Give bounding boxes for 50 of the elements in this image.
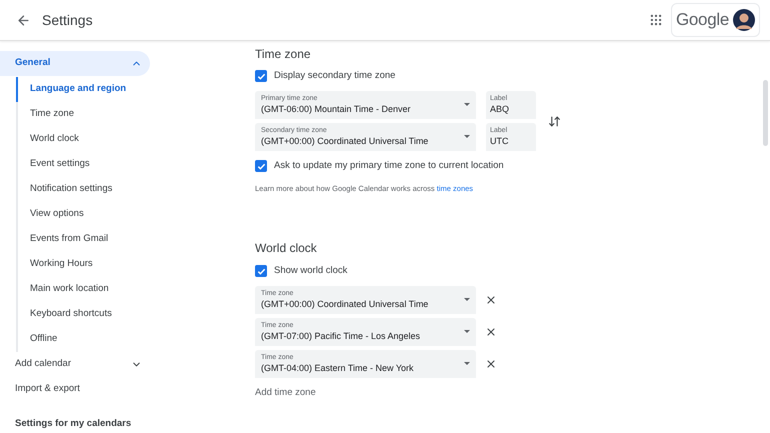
sidebar-subitem[interactable]: Offline xyxy=(16,327,255,352)
dropdown-arrow-icon xyxy=(464,298,470,302)
dropdown-arrow-icon xyxy=(464,135,470,139)
section-heading: Settings for my calendars xyxy=(14,417,132,431)
section-title: World clock xyxy=(255,240,317,256)
sidebar-subitem[interactable]: World clock xyxy=(16,127,255,152)
checkbox-label: Show world clock xyxy=(274,264,348,278)
field-value: (GMT-07:00) Pacific Time - Los Angeles xyxy=(261,330,420,342)
sidebar-subitem[interactable]: Event settings xyxy=(16,152,255,177)
dropdown-arrow-icon xyxy=(464,103,470,107)
field-value: (GMT-06:00) Mountain Time - Denver xyxy=(261,103,411,115)
swap-button[interactable] xyxy=(548,114,561,128)
dropdown-arrow-icon xyxy=(464,330,470,334)
checkbox-label: Ask to update my primary time zone to current location xyxy=(274,158,504,173)
close-icon xyxy=(485,358,497,370)
sidebar-subitem[interactable]: Working Hours xyxy=(16,252,255,277)
sidebar-subitem[interactable]: Main work location xyxy=(16,277,255,302)
field-value: ABQ xyxy=(490,103,510,115)
field-value: (GMT+00:00) Coordinated Universal Time xyxy=(261,135,428,147)
checkbox[interactable] xyxy=(255,70,267,82)
close-icon xyxy=(485,326,497,338)
section-title: Time zone xyxy=(255,46,311,61)
field-value: (GMT-04:00) Eastern Time - New York xyxy=(261,362,414,374)
grid-dots-icon xyxy=(648,13,663,27)
checkbox-label: Display secondary time zone xyxy=(274,68,396,83)
sidebar-subitem[interactable]: Keyboard shortcuts xyxy=(16,302,255,327)
remove-button[interactable] xyxy=(485,358,497,370)
checkbox[interactable] xyxy=(255,160,267,172)
checkbox[interactable] xyxy=(255,265,267,278)
close-icon xyxy=(485,294,497,306)
sidebar-item[interactable]: Import & export xyxy=(0,377,150,402)
remove-button[interactable] xyxy=(485,326,497,338)
scrollbar-thumb[interactable] xyxy=(763,80,768,146)
dropdown-arrow-icon xyxy=(464,362,470,366)
page-title: Settings xyxy=(42,10,93,30)
remove-button[interactable] xyxy=(485,294,497,306)
apps-button[interactable] xyxy=(648,13,663,27)
sidebar-subitem[interactable]: Events from Gmail xyxy=(16,227,255,252)
sidebar-subitem[interactable]: Notification settings xyxy=(16,177,255,202)
field-value: (GMT+00:00) Coordinated Universal Time xyxy=(261,298,428,310)
add-time-zone-button[interactable]: Add time zone xyxy=(255,386,316,400)
sidebar-item[interactable]: General xyxy=(0,51,150,76)
sidebar-subitem[interactable]: Time zone xyxy=(16,102,255,127)
avatar xyxy=(733,9,755,31)
field-value: UTC xyxy=(490,135,508,147)
brand-logo: Google xyxy=(676,9,729,32)
sidebar-item[interactable]: Add calendar xyxy=(0,352,150,377)
swap-arrows-icon xyxy=(548,114,561,128)
sidebar-subitem[interactable]: View options xyxy=(16,202,255,227)
account-button[interactable]: Google xyxy=(670,3,760,37)
